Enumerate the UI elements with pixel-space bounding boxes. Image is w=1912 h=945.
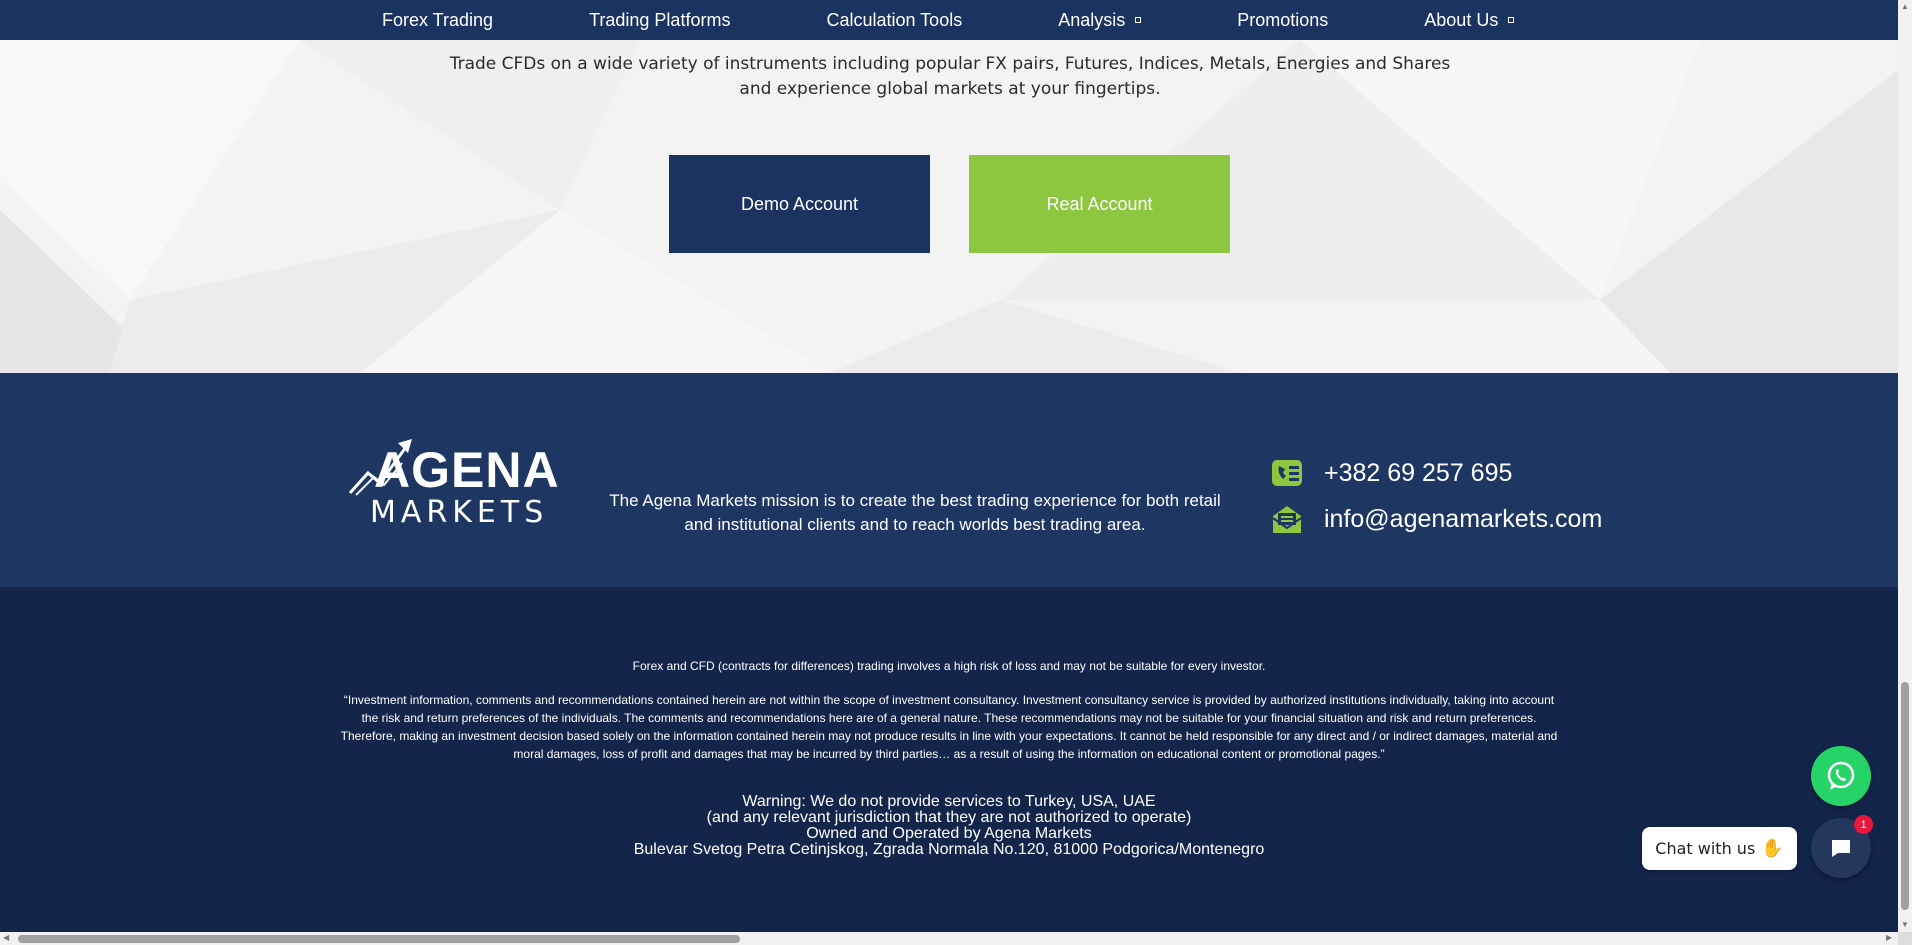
nav-item-trading-platforms[interactable]: Trading Platforms xyxy=(589,10,730,31)
footer-legal-section: Forex and CFD (contracts for differences… xyxy=(0,587,1898,932)
scroll-right-arrow-icon[interactable]: ▶ xyxy=(1886,933,1892,942)
footer-contact-section: AGENA MARKETS The Agena Markets mission … xyxy=(0,373,1898,587)
investment-disclaimer: “Investment information, comments and re… xyxy=(340,693,1558,761)
nav-label: Calculation Tools xyxy=(826,9,963,30)
scroll-left-arrow-icon[interactable]: ◀ xyxy=(3,933,9,942)
whatsapp-button[interactable] xyxy=(1811,746,1871,806)
real-account-button[interactable]: Real Account xyxy=(969,155,1230,253)
agena-markets-logo[interactable]: AGENA MARKETS xyxy=(346,433,559,533)
warning-line: Bulevar Svetog Petra Cetinjskog, Zgrada … xyxy=(633,841,1265,858)
demo-account-button[interactable]: Demo Account xyxy=(669,155,930,253)
phone-contact[interactable]: +382 69 257 695 xyxy=(1270,456,1512,490)
nav-label: Trading Platforms xyxy=(589,9,731,30)
dropdown-caret-icon xyxy=(1508,17,1515,23)
nav-label: About Us xyxy=(1424,9,1499,30)
dropdown-caret-icon xyxy=(1135,17,1142,23)
hero-section: Trade CFDs on a wide variety of instrume… xyxy=(0,40,1898,373)
top-navigation: Forex Trading Trading Platforms Calculat… xyxy=(0,0,1898,40)
phone-number: +382 69 257 695 xyxy=(1324,458,1513,487)
scrollbar-corner xyxy=(1898,932,1912,945)
chat-with-us-label[interactable]: Chat with us ✋ xyxy=(1642,827,1797,870)
risk-warning: Forex and CFD (contracts for differences… xyxy=(632,659,1266,673)
warning-line: Warning: We do not provide services to T… xyxy=(742,793,1156,810)
mission-statement: The Agena Markets mission is to create t… xyxy=(609,491,1221,534)
chat-icon xyxy=(1832,840,1850,857)
nav-label: Analysis xyxy=(1058,9,1126,30)
nav-item-promotions[interactable]: Promotions xyxy=(1237,10,1328,31)
nav-item-analysis[interactable]: Analysis xyxy=(1058,9,1142,31)
nav-label: Forex Trading xyxy=(382,9,494,30)
nav-item-forex-trading[interactable]: Forex Trading xyxy=(382,10,493,31)
nav-item-calculation-tools[interactable]: Calculation Tools xyxy=(826,10,962,31)
email-address: info@agenamarkets.com xyxy=(1324,504,1603,533)
jurisdiction-warning: Warning: We do not provide services to T… xyxy=(0,794,1898,858)
chat-label-text: Chat with us xyxy=(1655,839,1756,858)
email-icon xyxy=(1272,506,1302,533)
phone-icon xyxy=(1272,460,1302,486)
nav-label: Promotions xyxy=(1237,9,1329,30)
vertical-scrollbar[interactable]: ▲ ▼ xyxy=(1898,0,1912,945)
warning-line: Owned and Operated by Agena Markets xyxy=(806,825,1092,842)
scroll-up-arrow-icon[interactable]: ▲ xyxy=(1901,2,1909,11)
horizontal-scrollbar[interactable]: ◀ ▶ xyxy=(0,932,1898,945)
email-contact[interactable]: info@agenamarkets.com xyxy=(1270,502,1602,536)
warning-line: (and any relevant jurisdiction that they… xyxy=(706,809,1192,826)
wave-icon: ✋ xyxy=(1761,838,1784,859)
nav-item-about-us[interactable]: About Us xyxy=(1424,9,1515,31)
hero-description: Trade CFDs on a wide variety of instrume… xyxy=(449,54,1451,99)
vertical-scrollbar-thumb[interactable] xyxy=(1901,682,1909,910)
scroll-down-arrow-icon[interactable]: ▼ xyxy=(1901,920,1909,929)
whatsapp-icon xyxy=(1827,761,1855,790)
chat-notification-badge: 1 xyxy=(1854,815,1873,834)
horizontal-scrollbar-thumb[interactable] xyxy=(18,935,740,943)
logo-wordmark-top: AGENA xyxy=(374,442,560,498)
logo-wordmark-bottom: MARKETS xyxy=(370,495,549,530)
